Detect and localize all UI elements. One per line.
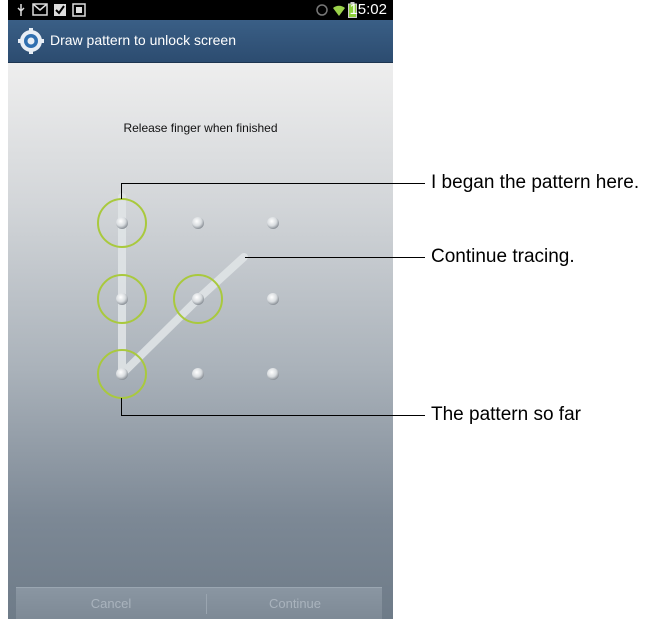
pattern-screen: Release finger when finished Cancel Cont…	[8, 63, 393, 619]
pattern-trace-line	[118, 193, 248, 378]
status-clock: 15:02	[349, 1, 387, 18]
wifi-icon	[333, 5, 345, 16]
pattern-dot-5[interactable]	[192, 293, 204, 305]
pattern-dot-7[interactable]	[116, 368, 128, 380]
sync-icon	[316, 4, 328, 16]
callout-sofar-vertical	[121, 398, 122, 416]
bottom-button-bar: Cancel Continue	[16, 587, 382, 619]
callout-continue-text: Continue tracing.	[431, 246, 575, 267]
callout-began-horizontal	[121, 183, 425, 184]
check-icon	[54, 4, 66, 16]
callout-began-vertical	[121, 183, 122, 199]
button-divider	[206, 594, 207, 614]
callout-sofar-text: The pattern so far	[431, 404, 581, 425]
pattern-dot-1[interactable]	[116, 217, 128, 229]
phone-screen: 15:02 Draw pattern to unlock screen Rele…	[8, 0, 393, 619]
pattern-dot-6[interactable]	[267, 293, 279, 305]
settings-gear-icon	[18, 28, 44, 54]
callout-continue-line	[245, 257, 425, 258]
pattern-dot-2[interactable]	[192, 217, 204, 229]
callout-began-text: I began the pattern here.	[431, 172, 640, 193]
pattern-dot-8[interactable]	[192, 368, 204, 380]
screen-title: Draw pattern to unlock screen	[50, 32, 236, 48]
status-bar: 15:02	[8, 0, 393, 20]
mail-icon	[32, 3, 48, 16]
title-bar: Draw pattern to unlock screen	[8, 20, 393, 63]
pattern-lock-grid[interactable]	[8, 63, 393, 619]
pattern-dot-3[interactable]	[267, 217, 279, 229]
callout-sofar-horizontal	[121, 415, 425, 416]
pattern-dot-4[interactable]	[116, 293, 128, 305]
continue-button[interactable]: Continue	[208, 588, 382, 619]
pattern-dot-9[interactable]	[267, 368, 279, 380]
gallery-icon	[72, 3, 86, 17]
usb-icon	[17, 4, 25, 16]
cancel-button[interactable]: Cancel	[16, 588, 206, 619]
